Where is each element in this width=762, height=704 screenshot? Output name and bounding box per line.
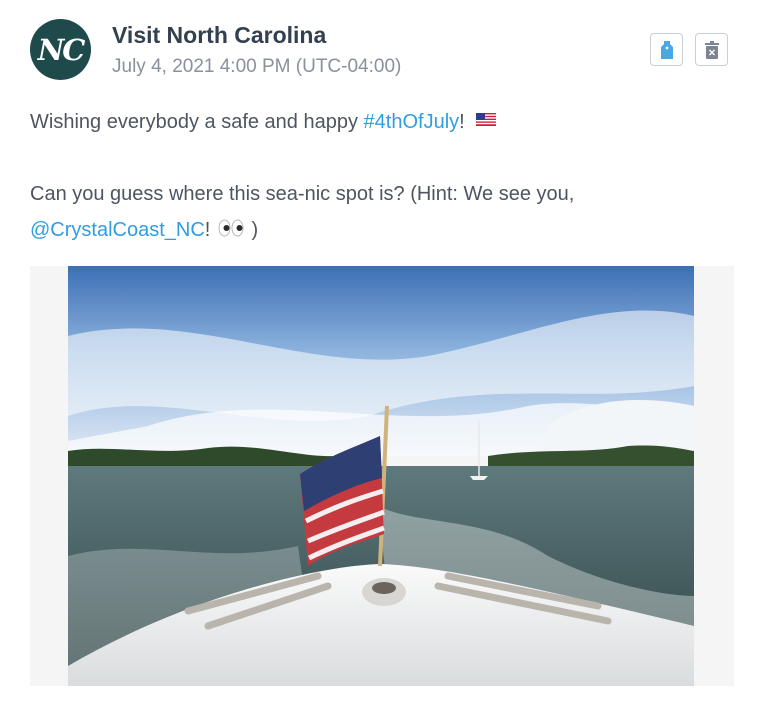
delete-button[interactable] xyxy=(695,33,728,66)
boat-flag-photo[interactable] xyxy=(68,266,694,686)
post-actions xyxy=(650,33,728,66)
tag-button[interactable] xyxy=(650,33,683,66)
avatar: NC xyxy=(30,19,91,80)
eyes-emoji-icon xyxy=(218,219,244,237)
post-line-1: Wishing everybody a safe and happy #4thO… xyxy=(30,104,730,140)
tag-icon xyxy=(660,40,673,59)
post-card: NC Visit North Carolina July 4, 2021 4:0… xyxy=(0,0,762,704)
post-text-segment: ! xyxy=(459,111,465,133)
post-line-2: Can you guess where this sea-nic spot is… xyxy=(30,183,575,205)
mention-link[interactable]: @CrystalCoast_NC xyxy=(30,219,205,241)
trash-icon xyxy=(704,40,719,59)
post-text-segment: ) xyxy=(251,219,259,241)
post-timestamp: July 4, 2021 4:00 PM (UTC-04:00) xyxy=(112,56,402,77)
author-name: Visit North Carolina xyxy=(112,22,327,48)
post-text: Wishing everybody a safe and happy #4thO… xyxy=(30,104,730,248)
us-flag-icon xyxy=(476,113,497,127)
post-line-3: @CrystalCoast_NC! ) xyxy=(30,212,730,248)
post-text-segment: ! xyxy=(204,219,211,241)
hashtag-link[interactable]: #4thOfJuly xyxy=(364,111,460,133)
post-text-segment: Wishing everybody a safe and happy xyxy=(30,111,364,133)
avatar-initials: NC xyxy=(37,32,86,67)
post-media[interactable] xyxy=(30,266,734,686)
